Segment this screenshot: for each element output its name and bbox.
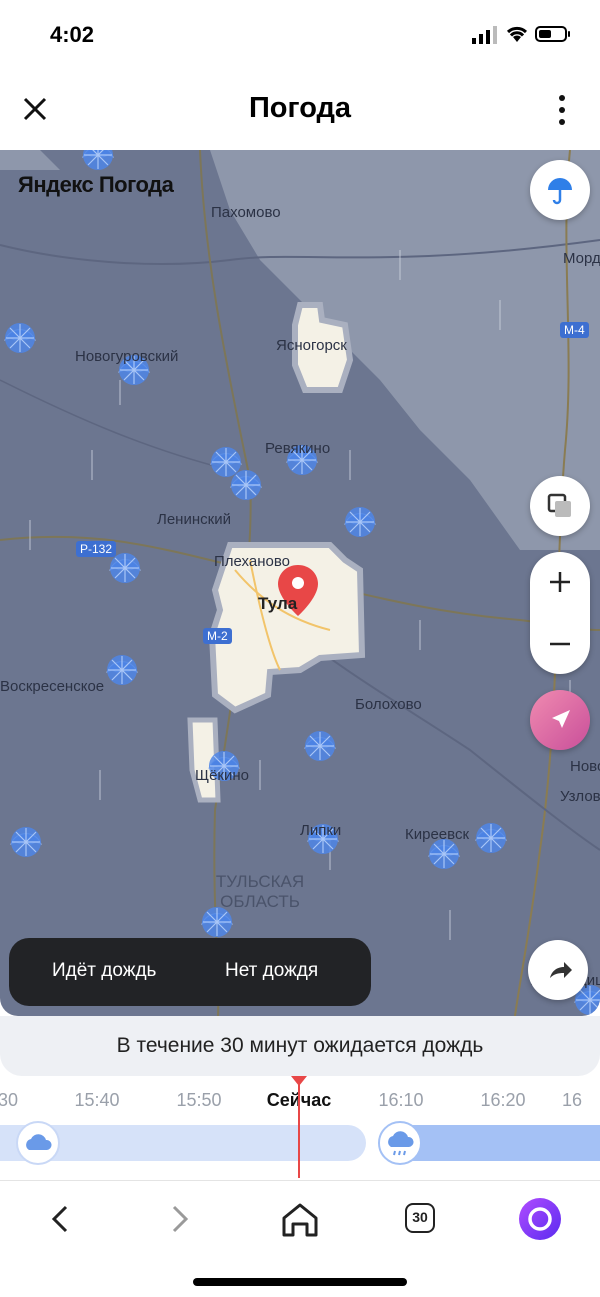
share-button[interactable] — [528, 940, 588, 1000]
zoom-control — [530, 552, 590, 674]
time-tick: 15:40 — [74, 1090, 120, 1110]
locate-me-button[interactable] — [530, 690, 590, 750]
forward-button[interactable] — [152, 1191, 208, 1247]
browser-nav-bar: 30 — [0, 1180, 600, 1253]
time-tick: 15:50 — [176, 1090, 222, 1110]
map-label: Мордв — [563, 250, 600, 267]
layers-button[interactable] — [530, 476, 590, 536]
wifi-icon — [506, 26, 528, 42]
back-button[interactable] — [32, 1191, 88, 1247]
time-scrubber[interactable]: 30 15:40 15:50 Сейчас 16:10 16:20 16 — [0, 1076, 600, 1180]
forecast-summary: В течение 30 минут ожидается дождь — [0, 1016, 600, 1076]
battery-icon — [535, 26, 570, 42]
time-tick: 16 — [562, 1090, 583, 1110]
weather-map[interactable]: Яндекс Погода Пахомово Мордв Ясногорск Н… — [0, 150, 600, 1016]
map-label: Ревякино — [265, 440, 331, 457]
chevron-left-icon — [51, 1205, 68, 1233]
app-header: Погода — [0, 70, 600, 150]
more-vertical-icon[interactable] — [548, 92, 576, 128]
map-label: Щёкино — [195, 767, 249, 784]
tabs-button[interactable]: 30 — [393, 1191, 449, 1247]
navigation-arrow-icon — [552, 710, 570, 728]
map-label: Ясногорск — [276, 337, 347, 354]
chevron-right-icon — [172, 1205, 189, 1233]
signal-icon — [472, 26, 497, 44]
clock: 4:02 — [50, 22, 95, 47]
time-tick: 30 — [0, 1090, 19, 1110]
map-label: Новогуровский — [75, 348, 179, 365]
plus-icon — [550, 572, 570, 592]
tabs-count: 30 — [405, 1203, 435, 1233]
cloud-icon — [16, 1121, 60, 1165]
home-button[interactable] — [272, 1191, 328, 1247]
now-cursor[interactable] — [298, 1082, 300, 1178]
layers-icon — [547, 493, 571, 517]
map-label: Воскресенское — [0, 678, 105, 695]
map-label: Плеханово — [214, 553, 290, 570]
share-arrow-icon — [550, 962, 572, 978]
forecast-text: В течение 30 минут ожидается дождь — [116, 1034, 484, 1057]
road-badge: М-2 — [203, 628, 232, 644]
map-label: Узловая — [560, 788, 600, 805]
time-tick: 16:20 — [480, 1090, 526, 1110]
map-label: Ленинский — [157, 511, 231, 528]
map-label: Липки — [300, 822, 342, 839]
time-tick: 16:10 — [378, 1090, 424, 1110]
rain-toggle: Идёт дождь Нет дождя — [9, 938, 371, 1006]
region-label: ТУЛЬСКАЯ ОБЛАСТЬ — [215, 872, 305, 911]
rain-toggle-option[interactable]: Идёт дождь — [52, 960, 156, 982]
status-bar: 4:02 — [0, 0, 600, 70]
minus-icon — [550, 642, 570, 646]
page-title: Погода — [248, 92, 352, 124]
map-label: Киреевск — [405, 826, 470, 843]
no-rain-toggle-option[interactable]: Нет дождя — [225, 960, 318, 982]
rain-cloud-icon — [378, 1121, 422, 1165]
alice-icon — [519, 1198, 561, 1240]
map-brand: Яндекс Погода — [18, 172, 174, 197]
map-label: Новомосковск — [570, 758, 600, 775]
umbrella-icon — [548, 178, 572, 205]
road-badge: М-4 — [560, 322, 589, 338]
map-label: Болохово — [355, 696, 422, 713]
map-label: Пахомово — [211, 204, 281, 221]
zoom-in-button[interactable] — [530, 552, 590, 612]
precipitation-layer-button[interactable] — [530, 160, 590, 220]
alice-button[interactable] — [512, 1191, 568, 1247]
map-label: Тула — [258, 594, 298, 613]
road-badge: Р-132 — [76, 541, 117, 557]
home-indicator — [193, 1278, 407, 1286]
zoom-out-button[interactable] — [530, 614, 590, 674]
home-icon — [282, 1203, 318, 1237]
